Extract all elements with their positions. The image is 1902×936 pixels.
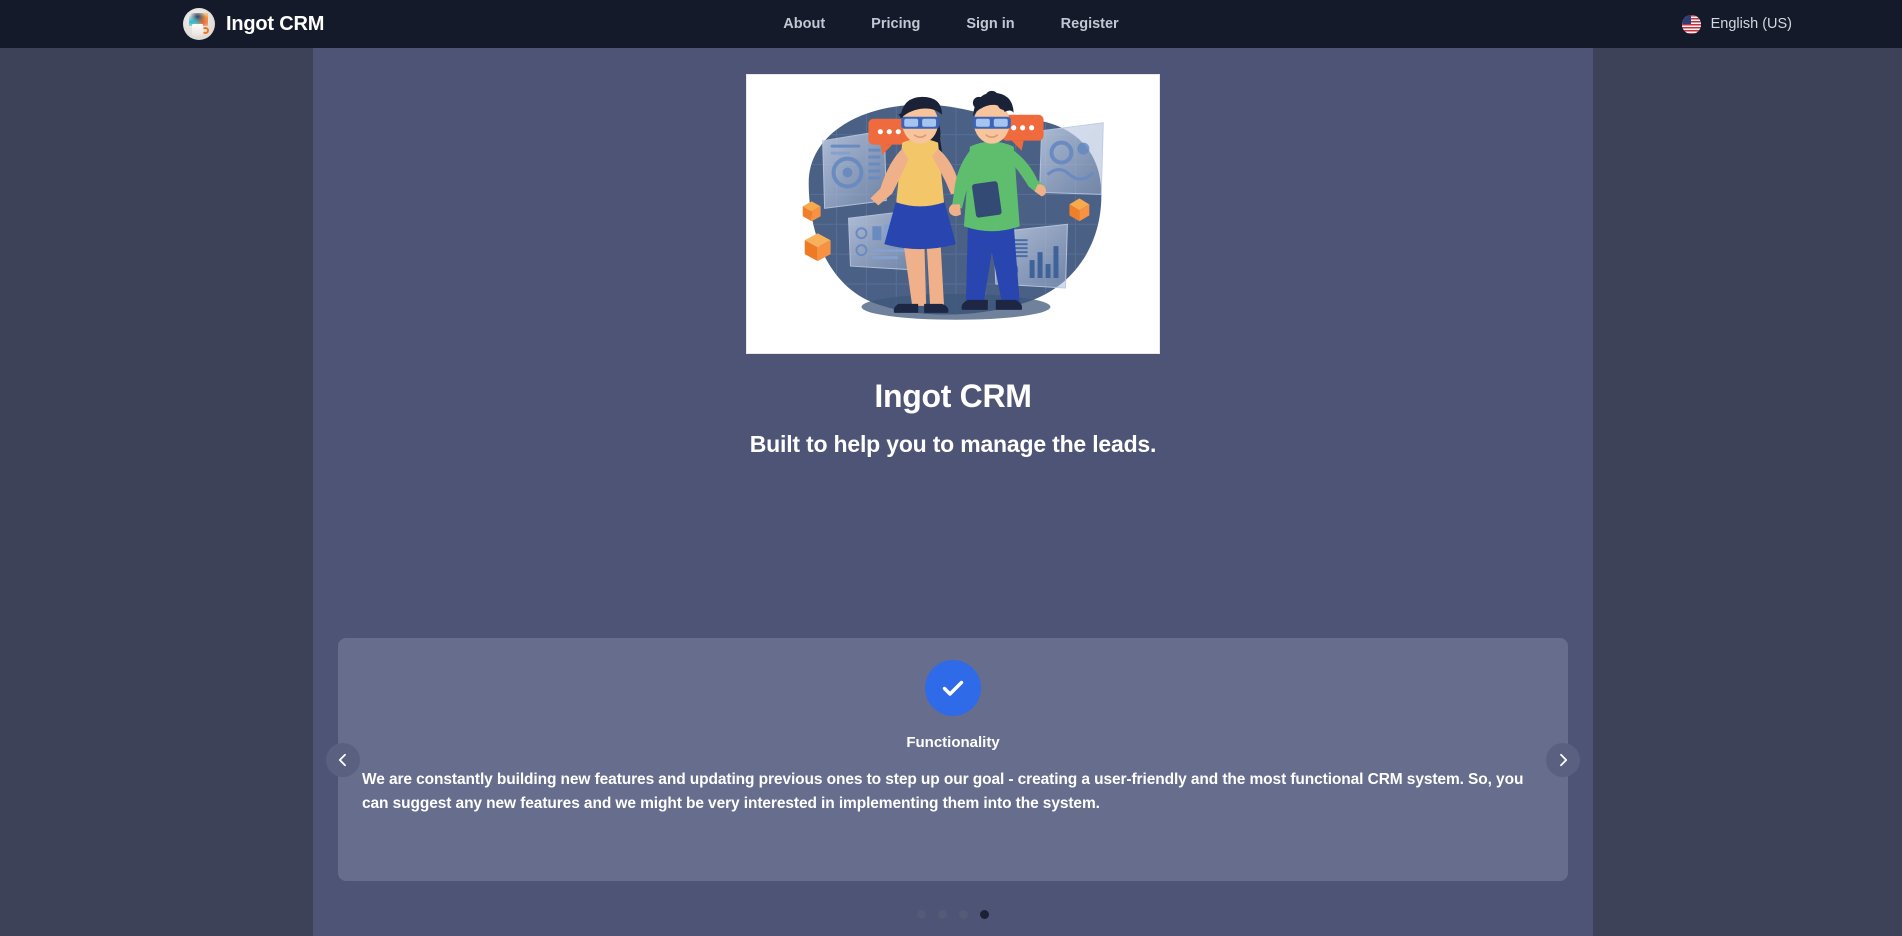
hero-subtitle: Built to help you to manage the leads. [749,431,1157,457]
brand-name: Ingot CRM [226,12,325,35]
brand-logo-link[interactable]: Ingot CRM [183,0,324,48]
carousel-next-button[interactable] [1546,743,1580,777]
carousel-dot-4[interactable] [980,910,989,919]
hero-illustration [746,74,1160,354]
nav-link-about[interactable]: About [783,16,825,32]
nav-link-register[interactable]: Register [1061,16,1119,32]
carousel-pagination [313,910,1593,919]
hero-section: Ingot CRM Built to help you to manage th… [313,48,1593,458]
nav-link-pricing[interactable]: Pricing [871,16,920,32]
carousel-dot-3[interactable] [959,910,968,919]
us-flag-icon [1681,14,1701,34]
page-body: Ingot CRM Built to help you to manage th… [0,48,1902,936]
language-selector[interactable]: English (US) [1681,0,1792,48]
carousel-prev-button[interactable] [326,743,360,777]
chevron-left-icon [336,753,350,767]
feature-carousel-card: Functionality We are constantly building… [326,638,1580,881]
coffee-mug-splash-logo-icon [183,8,215,40]
carousel-dot-2[interactable] [938,910,947,919]
slide-body: We are constantly building new features … [362,771,1524,812]
nav-link-sign-in[interactable]: Sign in [966,16,1014,32]
hero-title: Ingot CRM [874,378,1032,414]
check-circle-icon [925,660,981,716]
top-navigation-bar: Ingot CRM About Pricing Sign in Register… [0,0,1902,48]
carousel-dot-1[interactable] [917,910,926,919]
content-container: Ingot CRM Built to help you to manage th… [313,48,1593,936]
language-label: English (US) [1710,16,1792,32]
chevron-right-icon [1556,753,1570,767]
slide-title: Functionality [906,734,1000,751]
